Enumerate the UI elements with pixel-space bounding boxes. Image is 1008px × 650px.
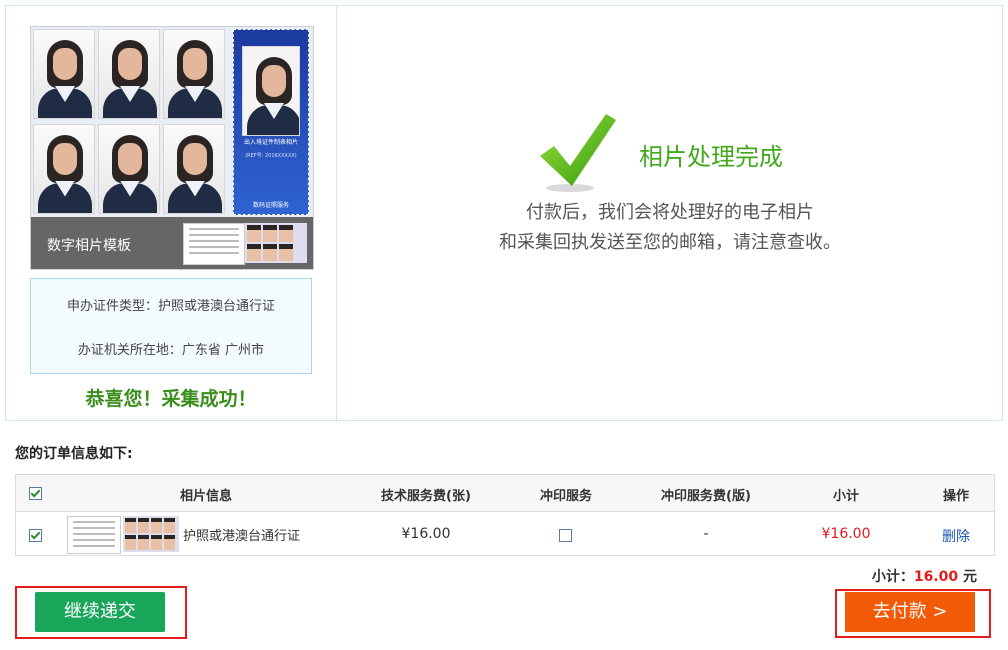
photo-sheet-thumbnail xyxy=(245,223,307,263)
photo-grid xyxy=(33,29,229,215)
card-logo: 数码证照服务 xyxy=(252,202,289,209)
table-row: 护照或港澳台通行证 ¥16.00 - ¥16.00 删除 xyxy=(16,512,994,556)
apply-type-text: 申办证件类型：护照或港澳台通行证 xyxy=(66,299,275,314)
continue-submit-button[interactable]: 继续递交 xyxy=(35,592,165,632)
total-label: 小计： xyxy=(871,569,914,585)
col-subtotal: 小计 xyxy=(832,489,859,504)
delete-link[interactable]: 删除 xyxy=(921,526,991,546)
office-location-text: 办证机关所在地：广东省 广州市 xyxy=(77,343,265,358)
table-header: 相片信息 技术服务费(张) 冲印服务 冲印服务费(版) 小计 操作 xyxy=(16,475,994,512)
col-photo-info: 相片信息 xyxy=(179,489,232,504)
green-check-icon xyxy=(540,114,616,192)
success-message: 恭喜您！采集成功！ xyxy=(85,388,257,410)
collection-result-panel: 出入境证件制表相片 (REF号: 2016XXXXX) 数码证照服务 数字相片模… xyxy=(5,5,1003,421)
select-all-checkbox[interactable] xyxy=(29,487,42,500)
portrait-photo xyxy=(98,123,160,214)
receipt-thumbnail xyxy=(183,223,245,265)
template-caption-bar: 数字相片模板 xyxy=(31,217,313,269)
col-actions: 操作 xyxy=(942,489,969,504)
photo-template-panel: 出入境证件制表相片 (REF号: 2016XXXXX) 数码证照服务 数字相片模… xyxy=(6,6,337,420)
payment-notice-line1: 付款后，我们会将处理好的电子相片 xyxy=(526,202,814,223)
payment-notice-line2: 和采集回执发送至您的邮箱，请注意查收。 xyxy=(499,232,841,253)
row-document-type: 护照或港澳台通行证 xyxy=(183,529,301,544)
application-info-box: 申办证件类型：护照或港澳台通行证 办证机关所在地：广东省 广州市 xyxy=(30,278,312,374)
col-print-fee: 冲印服务费(版) xyxy=(661,489,751,504)
card-portrait-photo xyxy=(242,46,300,136)
row-subtotal: ¥16.00 xyxy=(821,526,871,542)
card-sub-caption: (REF号: 2016XXXXX) xyxy=(245,153,297,159)
col-tech-fee: 技术服务费(张) xyxy=(381,489,471,504)
order-total: 小计：16.00 元 xyxy=(872,566,977,586)
portrait-photo xyxy=(163,123,225,214)
order-table: 相片信息 技术服务费(张) 冲印服务 冲印服务费(版) 小计 操作 护照或港澳台… xyxy=(15,474,995,556)
portrait-photo xyxy=(33,29,95,119)
portrait-photo xyxy=(98,29,160,119)
col-print-service: 冲印服务 xyxy=(539,489,592,504)
portrait-photo xyxy=(33,123,95,214)
row-select-checkbox[interactable] xyxy=(29,529,42,542)
card-caption: 出入境证件制表相片 xyxy=(243,139,298,146)
template-label: 数字相片模板 xyxy=(47,238,131,254)
portrait-photo xyxy=(163,29,225,119)
order-heading: 您的订单信息如下: xyxy=(15,446,133,462)
passport-photo-card: 出入境证件制表相片 (REF号: 2016XXXXX) 数码证照服务 xyxy=(233,29,309,215)
total-amount: 16.00 xyxy=(913,569,959,585)
row-tech-fee: ¥16.00 xyxy=(401,526,451,542)
total-unit: 元 xyxy=(958,569,977,585)
row-print-fee: - xyxy=(703,526,709,542)
print-service-checkbox[interactable] xyxy=(559,529,572,542)
go-pay-button[interactable]: 去付款 > xyxy=(845,592,975,632)
row-photo-thumbnail xyxy=(67,516,179,554)
process-complete-title: 相片处理完成 xyxy=(639,143,783,171)
digital-photo-template: 出入境证件制表相片 (REF号: 2016XXXXX) 数码证照服务 数字相片模… xyxy=(30,26,314,270)
